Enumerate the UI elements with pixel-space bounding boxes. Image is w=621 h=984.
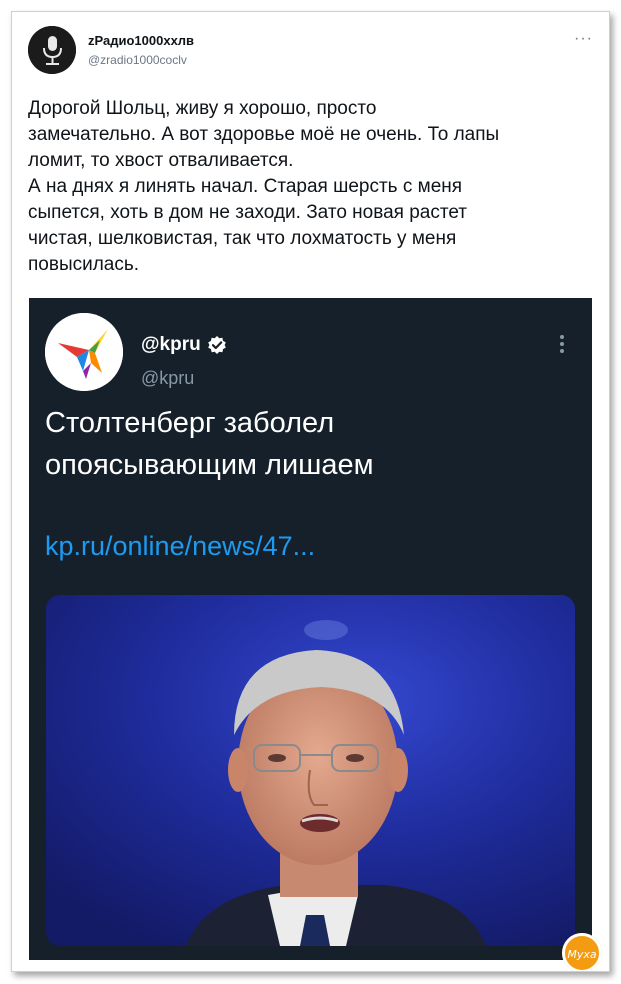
author-handle[interactable]: @zradio1000coclv xyxy=(88,53,187,67)
radio-microphone-icon xyxy=(28,26,76,74)
verified-badge-icon xyxy=(207,336,226,354)
swallow-logo-icon xyxy=(45,313,123,391)
quoted-author-handle[interactable]: @kpru xyxy=(141,368,194,389)
quoted-tweet-card[interactable]: @kpru @kpru Столтенберг заболел опоясыва… xyxy=(29,298,592,960)
tweet-text-line: сыпется, хоть в дом не заходи. Зато нова… xyxy=(28,202,468,223)
quoted-author-name: @kpru xyxy=(141,334,201,355)
quoted-more-icon[interactable] xyxy=(559,334,565,354)
quoted-tweet-text: Столтенберг заболел опоясывающим лишаем xyxy=(45,402,565,486)
quoted-text-line: опоясывающим лишаем xyxy=(45,449,374,481)
news-link[interactable]: kp.ru/online/news/47... xyxy=(45,531,315,562)
more-options-button[interactable]: ··· xyxy=(574,30,593,48)
tweet-text-line: замечательно. А вот здоровье моё не очен… xyxy=(28,124,500,145)
tweet-text: Дорогой Шольц, живу я хорошо, просто зам… xyxy=(28,96,598,278)
quoted-author[interactable]: @kpru xyxy=(141,334,227,356)
tweet-text-line: ломит, то хвост отваливается. xyxy=(28,150,294,171)
watermark-text: Муха xyxy=(567,948,597,961)
quoted-text-line: Столтенберг заболел xyxy=(45,407,335,439)
tweet-text-line: повысилась. xyxy=(28,254,140,275)
user-avatar[interactable] xyxy=(28,26,76,74)
tweet-text-line: А на днях я линять начал. Старая шерсть … xyxy=(28,176,463,197)
portrait-image xyxy=(46,595,575,946)
kpru-avatar[interactable] xyxy=(45,313,123,391)
tweet-text-line: чистая, шелковистая, так что лохматость … xyxy=(28,228,457,249)
news-photo[interactable] xyxy=(46,595,575,946)
tweet-card: zРадио1000ххлв @zradio1000coclv ··· Доро… xyxy=(11,11,610,972)
tweet-text-line: Дорогой Шольц, живу я хорошо, просто xyxy=(28,98,377,119)
watermark-logo: Муха xyxy=(562,933,602,971)
watermark-badge-icon: Муха xyxy=(563,934,601,971)
author-name[interactable]: zРадио1000ххлв xyxy=(88,33,194,48)
